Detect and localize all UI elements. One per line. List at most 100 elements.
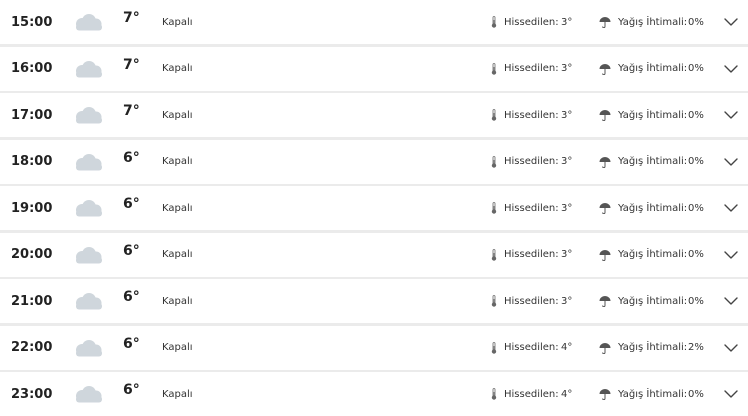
hourly-row[interactable]: 16:00 7° Kapalı Hissedilen: 3° Yağış İht… xyxy=(0,46,748,91)
condition-text: Kapalı xyxy=(162,249,193,260)
cloud-icon xyxy=(72,326,104,370)
hourly-row[interactable]: 18:00 6° Kapalı Hissedilen: 3° Yağış İht… xyxy=(0,139,748,184)
rain-chance-value: 0% xyxy=(688,295,704,307)
temperature: 7° xyxy=(123,56,140,73)
temperature: 6° xyxy=(123,196,140,212)
umbrella-icon xyxy=(599,372,611,416)
condition-text: Kapalı xyxy=(162,63,193,74)
hour-time: 19:00 xyxy=(11,200,53,216)
temperature: 6° xyxy=(123,242,140,259)
cloud-icon xyxy=(72,0,104,44)
feels-like-label: Hissedilen: xyxy=(504,109,559,121)
rain-chance-value: 0% xyxy=(688,202,704,214)
rain-chance-value: 0% xyxy=(688,388,704,400)
chevron-down-icon[interactable] xyxy=(724,140,738,184)
cloud-icon xyxy=(72,233,104,277)
feels-like-label: Hissedilen: xyxy=(504,388,559,400)
chevron-down-icon[interactable] xyxy=(724,93,738,137)
feels-like-label: Hissedilen: xyxy=(504,16,559,28)
rain-chance-value: 0% xyxy=(688,109,704,121)
rain-chance-label: Yağış İhtimali: xyxy=(618,156,688,167)
cloud-icon xyxy=(72,186,104,230)
hour-time: 17:00 xyxy=(11,107,53,123)
feels-like-label: Hissedilen: xyxy=(504,202,559,214)
rain-chance-value: 0% xyxy=(688,249,704,260)
hourly-forecast-list: 15:00 7° Kapalı Hissedilen: 3° Yağış İht… xyxy=(0,0,748,416)
hourly-row[interactable]: 23:00 6° Kapalı Hissedilen: 4° Yağış İht… xyxy=(0,372,748,416)
umbrella-icon xyxy=(599,279,611,323)
condition-text: Kapalı xyxy=(162,109,193,121)
hourly-row[interactable]: 15:00 7° Kapalı Hissedilen: 3° Yağış İht… xyxy=(0,0,748,44)
rain-chance-value: 0% xyxy=(688,63,704,74)
hour-time: 20:00 xyxy=(11,247,53,262)
umbrella-icon xyxy=(599,93,611,137)
thermometer-icon xyxy=(491,186,497,230)
temperature: 6° xyxy=(123,382,140,398)
cloud-icon xyxy=(72,93,104,137)
feels-like-label: Hissedilen: xyxy=(504,295,559,307)
rain-chance-label: Yağış İhtimali: xyxy=(618,249,688,260)
thermometer-icon xyxy=(491,93,497,137)
hour-time: 16:00 xyxy=(11,61,53,76)
condition-text: Kapalı xyxy=(162,342,193,353)
hourly-row[interactable]: 19:00 6° Kapalı Hissedilen: 3° Yağış İht… xyxy=(0,186,748,230)
chevron-down-icon[interactable] xyxy=(724,233,738,277)
cloud-icon xyxy=(72,279,104,323)
hourly-row[interactable]: 21:00 6° Kapalı Hissedilen: 3° Yağış İht… xyxy=(0,279,748,323)
hourly-row[interactable]: 17:00 7° Kapalı Hissedilen: 3° Yağış İht… xyxy=(0,93,748,137)
feels-like-label: Hissedilen: xyxy=(504,342,559,353)
hour-time: 18:00 xyxy=(11,154,53,169)
temperature: 7° xyxy=(123,103,140,119)
chevron-down-icon[interactable] xyxy=(724,0,738,44)
rain-chance-label: Yağış İhtimali: xyxy=(618,63,688,74)
feels-like-value: 3° xyxy=(561,156,573,167)
condition-text: Kapalı xyxy=(162,295,193,307)
rain-chance-label: Yağış İhtimali: xyxy=(618,202,688,214)
feels-like-value: 3° xyxy=(561,63,573,74)
thermometer-icon xyxy=(491,140,497,184)
rain-chance-label: Yağış İhtimali: xyxy=(618,109,688,121)
umbrella-icon xyxy=(599,233,611,277)
condition-text: Kapalı xyxy=(162,202,193,214)
hourly-row[interactable]: 20:00 6° Kapalı Hissedilen: 3° Yağış İht… xyxy=(0,232,748,277)
rain-chance-value: 0% xyxy=(688,156,704,167)
temperature: 6° xyxy=(123,149,140,166)
condition-text: Kapalı xyxy=(162,388,193,400)
feels-like-label: Hissedilen: xyxy=(504,249,559,260)
cloud-icon xyxy=(72,140,104,184)
feels-like-label: Hissedilen: xyxy=(504,63,559,74)
chevron-down-icon[interactable] xyxy=(724,186,738,230)
chevron-down-icon[interactable] xyxy=(724,47,738,91)
rain-chance-value: 0% xyxy=(688,16,704,28)
feels-like-value: 3° xyxy=(561,109,573,121)
feels-like-value: 3° xyxy=(561,16,573,28)
chevron-down-icon[interactable] xyxy=(724,279,738,323)
thermometer-icon xyxy=(491,326,497,370)
rain-chance-value: 2% xyxy=(688,342,704,353)
feels-like-value: 4° xyxy=(561,342,573,353)
condition-text: Kapalı xyxy=(162,156,193,167)
cloud-icon xyxy=(72,47,104,91)
chevron-down-icon[interactable] xyxy=(724,372,738,416)
chevron-down-icon[interactable] xyxy=(724,326,738,370)
umbrella-icon xyxy=(599,186,611,230)
feels-like-label: Hissedilen: xyxy=(504,156,559,167)
hour-time: 22:00 xyxy=(11,340,53,355)
umbrella-icon xyxy=(599,140,611,184)
umbrella-icon xyxy=(599,0,611,44)
thermometer-icon xyxy=(491,372,497,416)
hour-time: 23:00 xyxy=(11,386,53,402)
hourly-row[interactable]: 22:00 6° Kapalı Hissedilen: 4° Yağış İht… xyxy=(0,325,748,370)
thermometer-icon xyxy=(491,47,497,91)
thermometer-icon xyxy=(491,279,497,323)
thermometer-icon xyxy=(491,233,497,277)
umbrella-icon xyxy=(599,47,611,91)
hour-time: 15:00 xyxy=(11,14,53,30)
condition-text: Kapalı xyxy=(162,16,193,28)
temperature: 6° xyxy=(123,335,140,352)
hour-time: 21:00 xyxy=(11,293,53,309)
thermometer-icon xyxy=(491,0,497,44)
temperature: 6° xyxy=(123,289,140,305)
umbrella-icon xyxy=(599,326,611,370)
feels-like-value: 3° xyxy=(561,202,573,214)
